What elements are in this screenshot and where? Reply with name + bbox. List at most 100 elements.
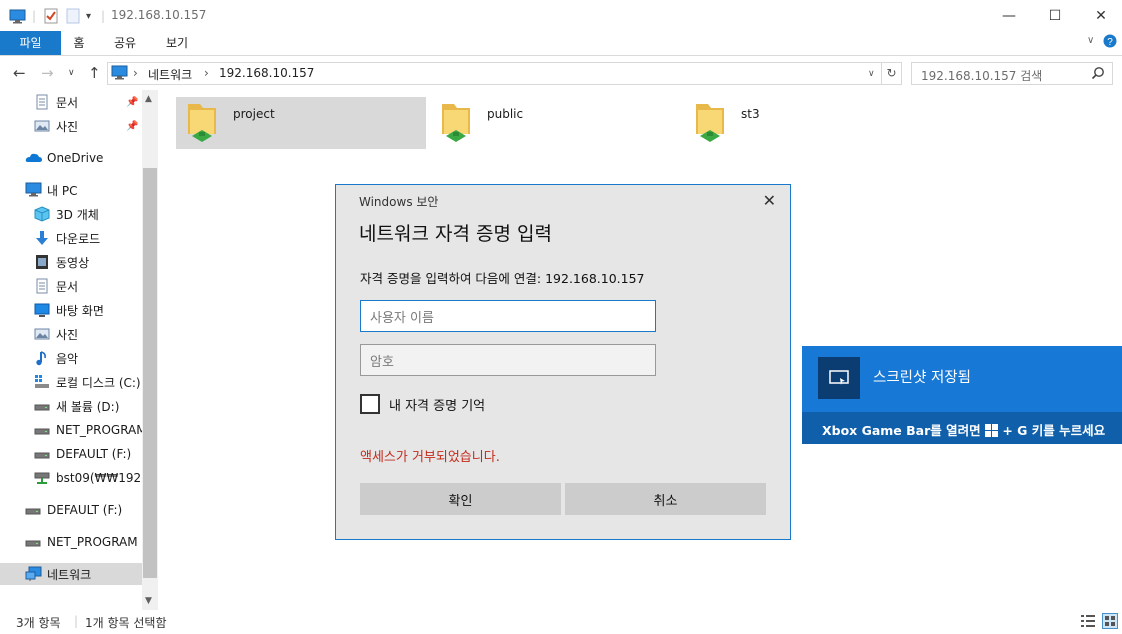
password-field[interactable]: 암호 — [360, 344, 656, 376]
toast-message: Xbox Game Bar를 열려면 + G 키를 누르세요 — [822, 420, 1105, 440]
error-message: 액세스가 거부되었습니다. — [360, 450, 500, 465]
expand-ribbon-icon[interactable]: ∨ — [1087, 35, 1094, 46]
sidebar-item-bst09[interactable]: bst09(₩₩192.16 — [0, 467, 142, 489]
sidebar-item-label: 동영상 — [56, 255, 90, 270]
ribbon-tabs: 파일 홈 공유 보기 ∨ ? — [0, 31, 1122, 56]
sidebar-item-label: DEFAULT (F:) — [56, 447, 132, 461]
item-count: 3개 항목 — [16, 616, 61, 630]
details-view-icon[interactable] — [1080, 613, 1096, 632]
sidebar-item-label: 내 PC — [47, 183, 78, 198]
breadcrumb-host[interactable]: 192.168.10.157 — [219, 66, 314, 80]
properties-icon[interactable] — [44, 7, 58, 25]
large-icons-view-icon[interactable] — [1102, 613, 1118, 632]
credential-dialog: Windows 보안 ✕ 네트워크 자격 증명 입력 자격 증명을 입력하여 다… — [335, 184, 791, 540]
scroll-up-icon[interactable]: ▲ — [145, 94, 152, 104]
computer-icon — [9, 7, 26, 25]
sidebar-item-pictures[interactable]: 사진 — [0, 323, 142, 345]
navigation-pane: 문서 📌 사진 📌 OneDrive 내 PC 3D 개체 다운로드 동영상 문… — [0, 90, 158, 610]
sidebar-item-network[interactable]: 네트워크 — [0, 563, 142, 585]
scrollbar-thumb[interactable] — [143, 168, 157, 578]
address-dropdown-icon[interactable]: ∨ — [868, 69, 875, 79]
sidebar-item-downloads[interactable]: 다운로드 — [0, 227, 142, 249]
sidebar-item-pictures-quick[interactable]: 사진 — [0, 115, 142, 137]
refresh-icon[interactable]: ↻ — [882, 62, 902, 85]
recent-locations-icon[interactable]: ∨ — [68, 68, 75, 78]
search-placeholder: 192.168.10.157 검색 — [921, 69, 1043, 83]
drive-icon — [34, 446, 50, 462]
screenshot-toast[interactable]: 스크린샷 저장됨 Xbox Game Bar를 열려면 + G 키를 누르세요 — [802, 346, 1122, 444]
up-icon[interactable]: ↑ — [88, 64, 101, 82]
toast-title: 스크린샷 저장됨 — [873, 370, 971, 386]
sidebar-item-default-f-2[interactable]: DEFAULT (F:) — [0, 499, 142, 521]
remember-label[interactable]: 내 자격 증명 기억 — [389, 395, 485, 414]
sidebar-scrollbar[interactable]: ▲ ▼ — [142, 90, 158, 610]
desktop-icon — [34, 302, 50, 318]
username-field[interactable]: 사용자 이름 — [360, 300, 656, 332]
new-folder-icon[interactable] — [66, 7, 80, 25]
picture-icon — [34, 326, 50, 342]
minimize-button[interactable]: — — [986, 0, 1032, 31]
search-icon — [1091, 66, 1105, 83]
cancel-button[interactable]: 취소 — [565, 483, 766, 515]
tab-view[interactable]: 보기 — [160, 31, 194, 55]
breadcrumb-separator[interactable]: › — [133, 66, 138, 80]
sidebar-item-default-f[interactable]: DEFAULT (F:) — [0, 443, 142, 465]
forward-icon[interactable]: → — [41, 64, 54, 82]
tab-file[interactable]: 파일 — [0, 31, 61, 55]
username-placeholder: 사용자 이름 — [370, 310, 434, 326]
folder-item[interactable]: public — [430, 97, 680, 149]
sidebar-item-label: NET_PROGRAM — [56, 423, 142, 437]
customize-toolbar-icon[interactable]: ▾ — [86, 7, 91, 25]
sidebar-item-label: 3D 개체 — [56, 207, 99, 222]
sidebar-item-local-disk-c[interactable]: 로컬 디스크 (C:) — [0, 371, 142, 393]
document-icon — [34, 94, 50, 110]
sidebar-item-desktop[interactable]: 바탕 화면 — [0, 299, 142, 321]
toast-message-start: Xbox Game Bar를 열려면 — [822, 423, 981, 438]
tab-share[interactable]: 공유 — [108, 31, 142, 55]
pin-icon[interactable]: 📌 — [126, 97, 138, 108]
search-input[interactable]: 192.168.10.157 검색 — [911, 62, 1113, 85]
cube-icon — [34, 206, 50, 222]
shared-folder-icon — [690, 100, 730, 149]
sidebar-item-documents[interactable]: 문서 — [0, 275, 142, 297]
remember-checkbox[interactable] — [360, 394, 380, 414]
separator: | — [101, 9, 106, 23]
folder-item[interactable]: project — [176, 97, 426, 149]
sidebar-item-net-program[interactable]: NET_PROGRAM — [0, 419, 142, 441]
password-placeholder: 암호 — [370, 354, 394, 370]
document-icon — [34, 278, 50, 294]
sidebar-item-net-program-e[interactable]: NET_PROGRAM (E — [0, 531, 142, 553]
breadcrumb-network[interactable]: 네트워크 — [148, 66, 192, 83]
sidebar-item-volume-d[interactable]: 새 볼륨 (D:) — [0, 395, 142, 417]
dialog-caption: Windows 보안 — [359, 195, 439, 209]
sidebar-item-3d-objects[interactable]: 3D 개체 — [0, 203, 142, 225]
address-bar[interactable]: › 네트워크 › 192.168.10.157 ∨ — [107, 62, 882, 85]
tab-home[interactable]: 홈 — [64, 31, 94, 55]
pin-icon[interactable]: 📌 — [126, 121, 138, 132]
sidebar-item-music[interactable]: 음악 — [0, 347, 142, 369]
maximize-button[interactable]: ☐ — [1032, 0, 1078, 31]
sidebar-item-label: OneDrive — [47, 151, 104, 165]
sidebar-item-this-pc[interactable]: 내 PC — [0, 179, 142, 201]
ok-button[interactable]: 확인 — [360, 483, 561, 515]
scroll-down-icon[interactable]: ▼ — [145, 596, 152, 606]
picture-icon — [34, 118, 50, 134]
music-icon — [34, 350, 50, 366]
sidebar-item-onedrive[interactable]: OneDrive — [0, 147, 142, 169]
sidebar-item-documents-quick[interactable]: 문서 — [0, 91, 142, 113]
sidebar-item-videos[interactable]: 동영상 — [0, 251, 142, 273]
sidebar-item-label: 음악 — [56, 351, 79, 366]
download-icon — [34, 230, 50, 246]
toast-header: 스크린샷 저장됨 — [802, 346, 1122, 412]
help-icon[interactable]: ? — [1103, 34, 1117, 51]
separator: | — [74, 614, 79, 628]
dialog-close-button[interactable]: ✕ — [763, 191, 776, 210]
breadcrumb-separator[interactable]: › — [204, 66, 209, 80]
drive-icon — [25, 534, 41, 550]
close-button[interactable]: ✕ — [1078, 0, 1122, 31]
sidebar-item-label: DEFAULT (F:) — [47, 503, 123, 517]
computer-icon — [25, 182, 42, 198]
window-title: 192.168.10.157 — [111, 8, 207, 22]
folder-item[interactable]: st3 — [684, 97, 934, 149]
back-icon[interactable]: ← — [13, 64, 26, 82]
